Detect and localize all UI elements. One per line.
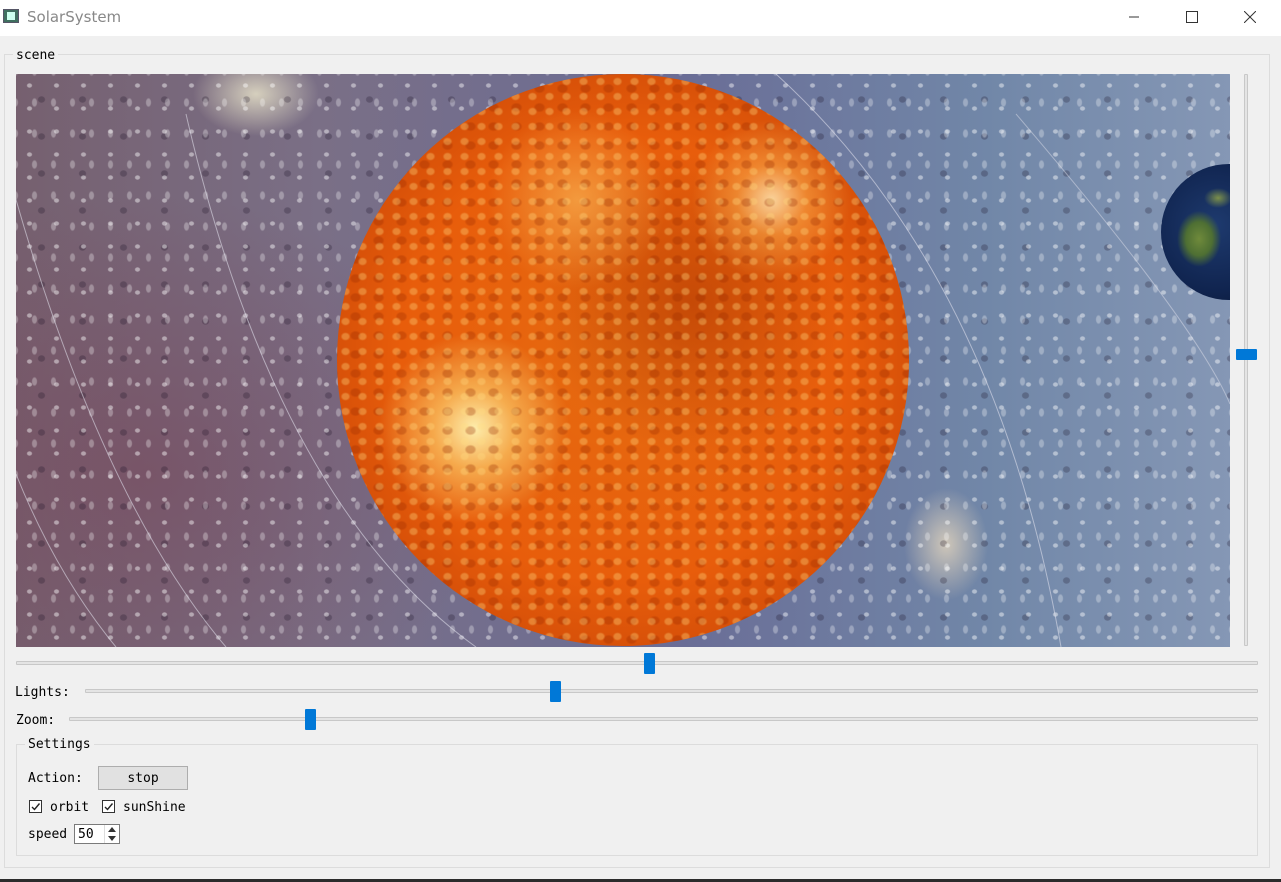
speed-label: speed xyxy=(28,827,68,842)
title-bar: SolarSystem xyxy=(0,0,1281,36)
orbit-label[interactable]: orbit xyxy=(50,800,89,815)
app-icon xyxy=(3,9,19,23)
sunshine-checkbox[interactable] xyxy=(102,800,115,813)
checkmark-icon xyxy=(104,803,114,811)
sunshine-label[interactable]: sunShine xyxy=(123,800,186,815)
sun-sphere xyxy=(337,74,909,646)
spin-down-icon[interactable] xyxy=(105,834,119,843)
maximize-button[interactable] xyxy=(1169,0,1215,34)
minimize-icon xyxy=(1129,16,1139,18)
speed-spinbox[interactable]: 50 xyxy=(74,824,120,844)
window-title: SolarSystem xyxy=(27,8,122,26)
vertical-slider-handle[interactable] xyxy=(1236,349,1257,360)
scene-groupbox-title: scene xyxy=(13,48,59,63)
speed-value[interactable]: 50 xyxy=(78,827,94,842)
minimize-button[interactable] xyxy=(1111,0,1157,34)
lights-label: Lights: xyxy=(15,685,70,700)
action-label: Action: xyxy=(28,771,83,786)
zoom-label: Zoom: xyxy=(16,713,56,728)
lights-slider-track[interactable] xyxy=(85,689,1258,693)
checkmark-icon xyxy=(31,803,41,811)
horizontal-slider-handle[interactable] xyxy=(644,653,655,674)
maximize-icon xyxy=(1186,11,1198,23)
vertical-slider-track[interactable] xyxy=(1244,74,1248,646)
horizontal-slider-track[interactable] xyxy=(16,661,1258,665)
orbit-checkbox[interactable] xyxy=(29,800,42,813)
close-button[interactable] xyxy=(1227,0,1273,34)
settings-groupbox-title: Settings xyxy=(25,737,94,752)
close-icon xyxy=(1244,11,1256,23)
stop-button[interactable]: stop xyxy=(98,766,188,790)
lights-slider-handle[interactable] xyxy=(550,681,561,702)
zoom-slider-handle[interactable] xyxy=(305,709,316,730)
settings-groupbox xyxy=(16,744,1258,856)
zoom-slider-track[interactable] xyxy=(69,717,1258,721)
scene-viewport[interactable] xyxy=(16,74,1230,647)
spin-up-icon[interactable] xyxy=(105,825,119,834)
spin-buttons[interactable] xyxy=(104,825,119,843)
